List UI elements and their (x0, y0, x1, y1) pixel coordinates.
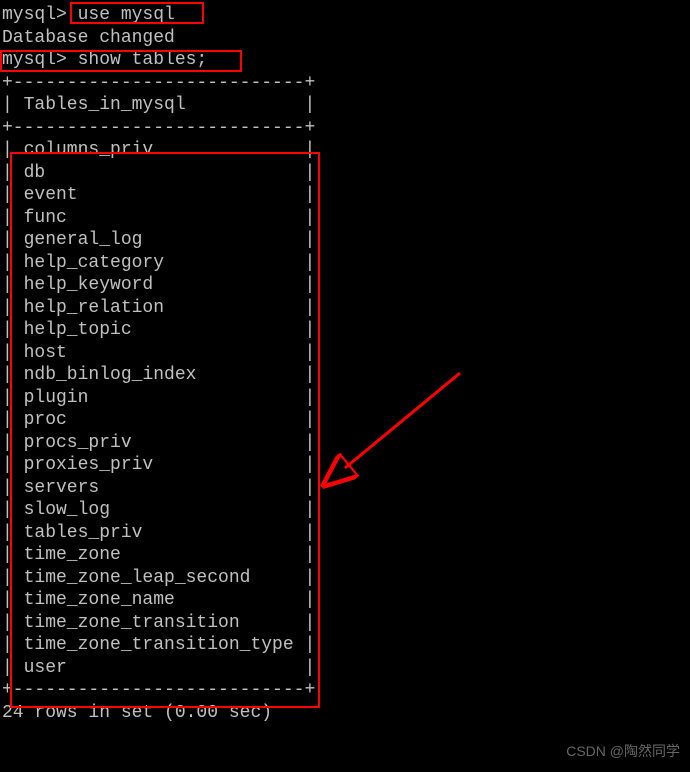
table-row: | host | (2, 342, 690, 365)
table-row: | proxies_priv | (2, 454, 690, 477)
table-row: | slow_log | (2, 499, 690, 522)
prompt-line-1[interactable]: mysql> use mysql (2, 4, 690, 27)
prompt-line-2[interactable]: mysql> show tables; (2, 49, 690, 72)
command-show-tables: show tables; (67, 50, 207, 70)
table-row: | func | (2, 207, 690, 230)
table-border-top: +---------------------------+ (2, 72, 690, 95)
table-row: | proc | (2, 409, 690, 432)
terminal-output: mysql> use mysql Database changed mysql>… (0, 4, 690, 724)
table-row: | procs_priv | (2, 432, 690, 455)
table-row: | time_zone_transition_type | (2, 634, 690, 657)
table-row: | tables_priv | (2, 522, 690, 545)
table-row: | ndb_binlog_index | (2, 364, 690, 387)
table-row: | servers | (2, 477, 690, 500)
command-use-mysql: use mysql (67, 5, 175, 25)
mysql-prompt: mysql> (2, 50, 67, 70)
table-border-mid: +---------------------------+ (2, 117, 690, 140)
table-border-bot: +---------------------------+ (2, 679, 690, 702)
table-row: | time_zone_leap_second | (2, 567, 690, 590)
watermark-text: CSDN @陶然同学 (566, 743, 680, 761)
table-row: | event | (2, 184, 690, 207)
table-row: | help_keyword | (2, 274, 690, 297)
table-row: | plugin | (2, 387, 690, 410)
response-db-changed: Database changed (2, 27, 690, 50)
table-row: | user | (2, 657, 690, 680)
table-row: | help_category | (2, 252, 690, 275)
table-row: | time_zone | (2, 544, 690, 567)
table-row: | db | (2, 162, 690, 185)
table-row: | time_zone_transition | (2, 612, 690, 635)
result-footer: 24 rows in set (0.00 sec) (2, 702, 690, 725)
table-row: | columns_priv | (2, 139, 690, 162)
table-row: | help_relation | (2, 297, 690, 320)
table-row: | time_zone_name | (2, 589, 690, 612)
mysql-prompt: mysql> (2, 5, 67, 25)
table-header: | Tables_in_mysql | (2, 94, 690, 117)
table-row: | general_log | (2, 229, 690, 252)
table-row: | help_topic | (2, 319, 690, 342)
